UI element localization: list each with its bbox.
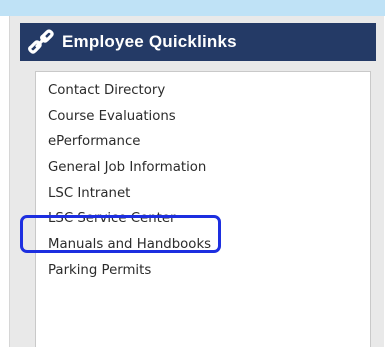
- link-course-evaluations[interactable]: Course Evaluations: [48, 104, 211, 130]
- link-contact-directory[interactable]: Contact Directory: [48, 78, 211, 104]
- link-lsc-service-center[interactable]: LSC Service Center: [48, 206, 211, 232]
- link-lsc-intranet[interactable]: LSC Intranet: [48, 181, 211, 207]
- quicklinks-list-panel: Contact Directory Course Evaluations ePe…: [35, 71, 371, 347]
- link-manuals-and-handbooks[interactable]: Manuals and Handbooks: [48, 232, 211, 258]
- widget-title: Employee Quicklinks: [62, 32, 237, 51]
- link-eperformance[interactable]: ePerformance: [48, 129, 211, 155]
- link-icon: [22, 23, 60, 61]
- top-strip: [0, 0, 385, 16]
- link-parking-permits[interactable]: Parking Permits: [48, 258, 211, 284]
- page: Employee Quicklinks Contact Directory Co…: [0, 0, 385, 347]
- widget-header: Employee Quicklinks: [20, 23, 376, 61]
- employee-quicklinks-widget: Employee Quicklinks Contact Directory Co…: [9, 16, 384, 347]
- quicklinks-list: Contact Directory Course Evaluations ePe…: [48, 78, 211, 284]
- link-general-job-information[interactable]: General Job Information: [48, 155, 211, 181]
